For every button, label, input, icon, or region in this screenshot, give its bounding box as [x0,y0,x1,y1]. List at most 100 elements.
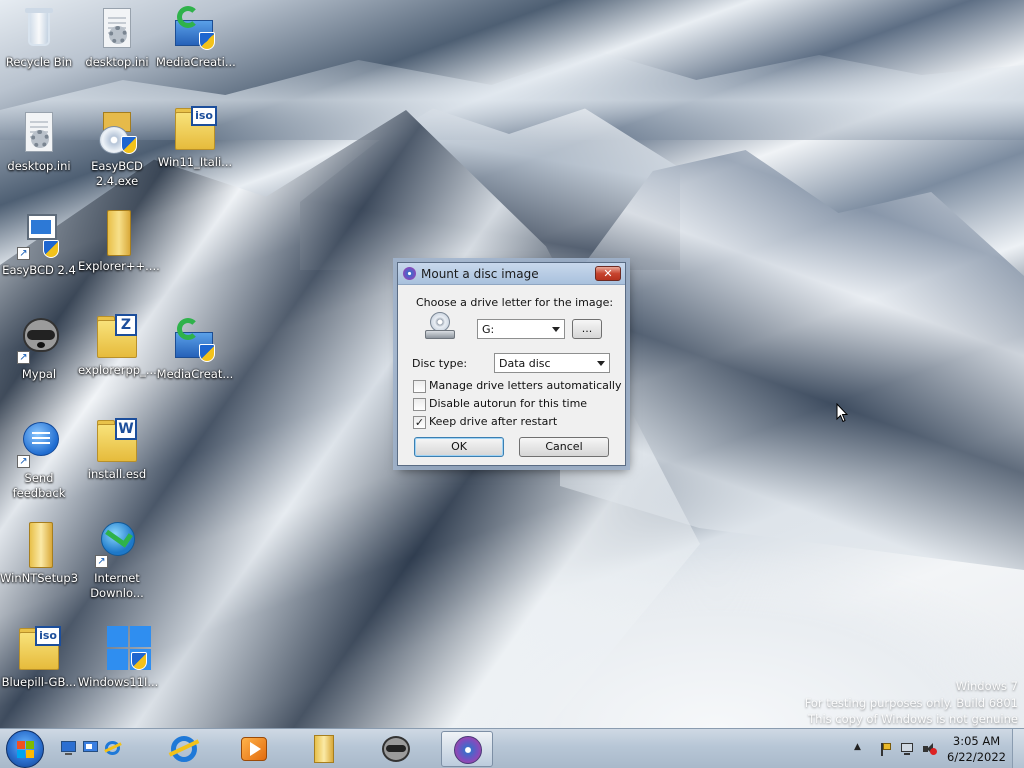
desktop-icon-mediacreation-1[interactable]: MediaCreati... [156,4,236,70]
desktop-icon-label: WinNTSetup3 [0,571,79,585]
checkbox[interactable] [413,398,426,411]
disc-app-icon [403,267,416,280]
desktop-icon-send-feedback[interactable]: ↗ Send feedback [0,420,78,501]
desktop-icon-windows11[interactable]: Windows11I... [78,624,159,690]
chevron-down-icon [552,327,560,332]
desktop-icon-explorerpp-zip[interactable]: Z explorerpp_... [78,312,157,378]
disc-type-label: Disc type: [412,357,468,370]
settings-file-icon [15,108,63,156]
desktop-icon-desktop-ini-1[interactable]: desktop.ini [78,4,156,70]
windows-logo-icon [93,624,151,672]
option-label: Manage drive letters automatically [429,379,622,392]
internet-explorer-small-icon[interactable] [104,739,122,757]
folder-icon [93,208,141,256]
media-creation-tool-icon [171,316,219,364]
network-icon[interactable] [82,739,100,757]
desktop-icon-mediacreation-2[interactable]: MediaCreat... [156,316,234,382]
show-desktop-button[interactable] [1012,729,1024,768]
desktop-icon-label: EasyBCD 2.4 [2,263,76,277]
network-tray-icon[interactable] [900,742,914,756]
clock-time: 3:05 AM [952,734,1001,748]
desktop-icon-label: MediaCreat... [156,367,234,381]
iso-badge: iso [191,106,217,126]
esd-file-icon: W [93,416,141,464]
desktop-icon-label: install.esd [87,467,147,481]
feedback-icon: ↗ [15,420,63,468]
easybcd-icon: ↗ [15,212,63,260]
taskbar-mypal[interactable] [370,731,422,767]
browse-button[interactable]: ... [572,319,602,339]
ok-button[interactable]: OK [414,437,504,457]
watermark-windows-7: Windows 7 [955,679,1018,693]
cancel-button[interactable]: Cancel [519,437,609,457]
clock[interactable]: 3:05 AM 6/22/2022 [947,733,1006,765]
desktop-icon-label: Internet Downlo... [90,571,144,600]
recycle-bin-icon [15,4,63,52]
desktop-icon-easybcd[interactable]: ↗ EasyBCD 2.4 [0,212,78,278]
drive-letter-value: G: [482,323,495,336]
disc-app-icon [454,736,482,764]
desktop-icon-mypal[interactable]: ↗ Mypal [0,316,78,382]
drive-letter-select[interactable]: G: [477,319,565,339]
desktop-icon-win11-iso[interactable]: iso Win11_Itali... [156,104,234,170]
close-button[interactable]: ✕ [595,266,621,281]
media-creation-tool-icon [171,4,219,52]
desktop-icon-recycle-bin[interactable]: Recycle Bin [0,4,78,70]
start-button[interactable] [6,730,44,768]
desktop-icon-label: Mypal [21,367,57,381]
watermark-build: For testing purposes only. Build 6801 [804,696,1018,710]
desktop-icon-label: desktop.ini [7,159,71,173]
taskbar: ▲ 3:05 AM 6/22/2022 [0,728,1024,768]
checkbox[interactable] [413,380,426,393]
checkbox-checked[interactable]: ✓ [413,416,426,429]
desktop-icon-desktop-ini-2[interactable]: desktop.ini [0,108,78,174]
desktop-icon-install-esd[interactable]: W install.esd [78,416,156,482]
mount-disc-image-dialog: Mount a disc image ✕ Choose a drive lett… [397,262,626,466]
desktop-icon-explorerpp-folder[interactable]: Explorer++.... [78,208,160,274]
dialog-title: Mount a disc image [421,267,539,281]
desktop-icon-label: Win11_Itali... [157,155,233,169]
windows-flag-icon [17,741,35,759]
desktop-icon-winntsetup3[interactable]: WinNTSetup3 [0,520,78,586]
iso-badge: iso [35,626,61,646]
option-label: Keep drive after restart [429,415,558,428]
zip-archive-icon: Z [93,312,141,360]
taskbar-media-player[interactable] [228,731,280,767]
disc-type-select[interactable]: Data disc [494,353,610,373]
taskbar-file-explorer[interactable] [298,731,350,767]
taskbar-disc-mount-active[interactable] [441,731,493,767]
desktop-icon-internet-download[interactable]: ↗ Internet Downlo... [78,520,156,601]
show-hidden-icons-button[interactable]: ▲ [854,742,861,752]
iso-file-icon: iso [15,624,63,672]
desktop-icon-label: Windows11I... [78,675,159,689]
folder-icon [15,520,63,568]
option-label: Disable autorun for this time [429,397,588,410]
dialog-titlebar[interactable]: Mount a disc image ✕ [398,263,625,285]
word-badge: W [115,418,137,440]
choose-drive-label: Choose a drive letter for the image: [416,296,614,309]
clock-date: 6/22/2022 [947,750,1006,764]
folder-icon [314,735,334,763]
mypal-raccoon-icon: ↗ [15,316,63,364]
desktop-icon-label: EasyBCD 2.4.exe [91,159,143,188]
chevron-down-icon [597,361,605,366]
disc-type-value: Data disc [499,357,551,370]
desktop-icon-label: desktop.ini [85,55,149,69]
watermark-genuine: This copy of Windows is not genuine [808,712,1018,726]
disc-drive-icon [425,312,455,342]
taskbar-internet-explorer[interactable] [158,731,210,767]
desktop-icon-label: Recycle Bin [5,55,73,69]
desktop-icon-bluepill-iso[interactable]: iso Bluepill-GB... [0,624,78,690]
volume-muted-icon[interactable] [922,742,937,756]
computer-icon[interactable] [60,739,78,757]
desktop-icon-label: explorerpp_... [78,363,157,377]
desktop-icon-easybcd-exe[interactable]: EasyBCD 2.4.exe [78,108,156,189]
zip-badge: Z [115,314,137,336]
desktop-icon-label: Send feedback [12,471,66,500]
mouse-cursor-icon [836,403,848,423]
settings-file-icon [93,4,141,52]
internet-download-manager-icon: ↗ [93,520,141,568]
action-center-flag-icon[interactable] [878,742,892,756]
easybcd-installer-icon [93,108,141,156]
desktop-icon-label: MediaCreati... [156,55,236,69]
